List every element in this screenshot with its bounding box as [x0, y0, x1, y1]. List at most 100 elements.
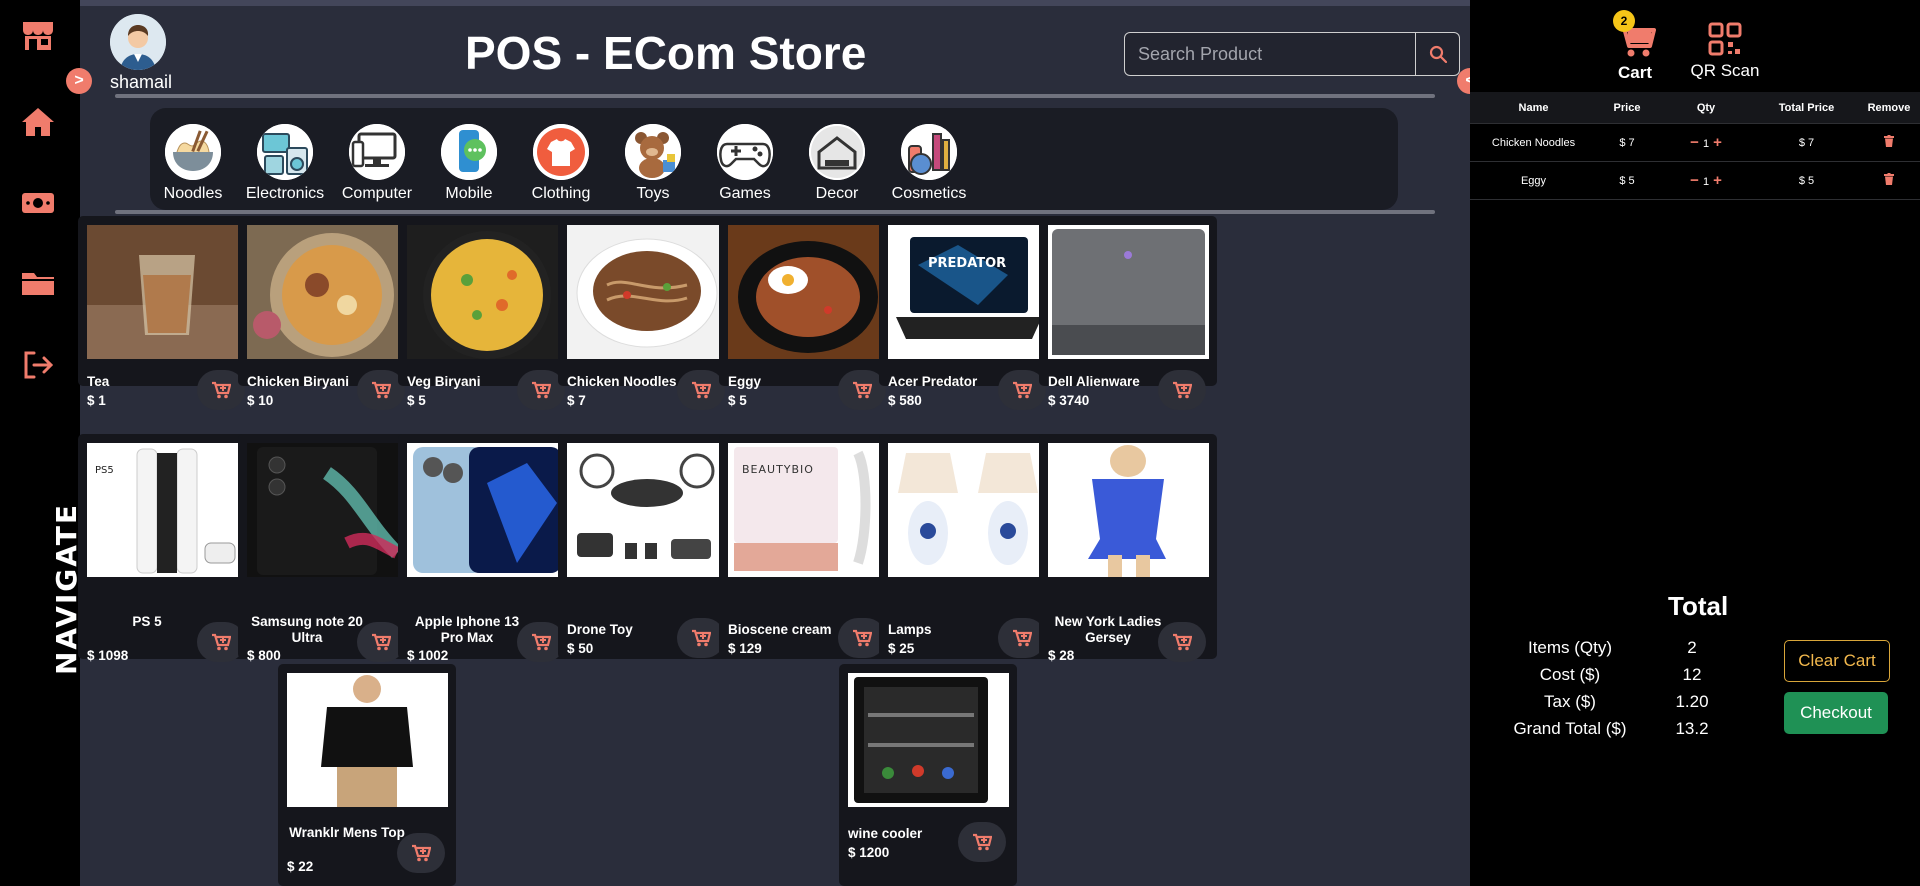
product-name: Dell Alienware [1048, 374, 1140, 389]
avatar[interactable] [110, 14, 166, 70]
product-image[interactable]: BEAUTYBIO [728, 443, 889, 577]
store-icon[interactable] [20, 17, 56, 53]
product-image[interactable] [567, 443, 728, 577]
folder-icon[interactable] [20, 265, 56, 301]
summary-label: Grand Total ($) [1513, 719, 1627, 738]
product-card[interactable]: Samsung note 20 Ultra $ 800 [238, 434, 416, 663]
product-price: $ 1 [87, 393, 106, 408]
product-price: $ 22 [287, 859, 314, 874]
product-image[interactable] [287, 673, 448, 807]
category-bar: Noodles Electronics Computer Mobile Clothing… [150, 108, 1398, 210]
add-to-cart-icon [372, 381, 391, 399]
qr-scan-button[interactable]: QR Scan [1690, 22, 1760, 81]
product-name: wine cooler [848, 826, 923, 841]
product-name: Acer Predator [888, 374, 978, 389]
product-card[interactable]: wine cooler $ 1200 [839, 664, 1017, 886]
cart-item-name: Eggy [1520, 174, 1547, 187]
product-card[interactable]: Eggy $ 5 [719, 216, 897, 410]
product-card[interactable]: Dell Alienware $ 3740 [1039, 216, 1217, 410]
cash-icon[interactable] [20, 185, 56, 221]
product-image[interactable]: PS5 [87, 443, 248, 577]
column-header-remove: Remove [1867, 101, 1911, 114]
product-image[interactable] [407, 443, 568, 577]
product-card[interactable]: Lamps $ 25 [879, 434, 1057, 659]
product-image[interactable] [567, 225, 728, 359]
remove-item-button[interactable] [1884, 173, 1894, 188]
product-card[interactable]: PS5 PS 5 $ 1098 [78, 434, 256, 663]
remove-item-button[interactable] [1884, 135, 1894, 150]
add-to-cart-button[interactable] [677, 370, 725, 410]
add-to-cart-icon [1013, 629, 1032, 647]
product-image[interactable]: PREDATOR [888, 225, 1049, 359]
product-name: Chicken Noodles [567, 374, 677, 389]
checkout-button[interactable]: Checkout [1784, 692, 1888, 734]
cart-table: Name Price Qty Total Price Remove Chicke… [1470, 92, 1920, 200]
cart-item-name: Chicken Noodles [1491, 136, 1576, 149]
product-card[interactable]: Wranklr Mens Top $ 22 [278, 664, 456, 886]
product-card[interactable]: BEAUTYBIO Bioscene cream $ 129 [719, 434, 897, 659]
column-header-name: Name [1518, 101, 1549, 114]
cart-panel: Cart 2 QR Scan Name Price Qty Total Pric… [1470, 0, 1920, 886]
product-price: $ 50 [567, 641, 594, 656]
product-price: $ 129 [728, 641, 762, 656]
add-to-cart-icon [692, 629, 711, 647]
product-price: $ 5 [407, 393, 426, 408]
product-image[interactable] [1048, 443, 1209, 577]
add-to-cart-icon [412, 844, 431, 862]
product-price: $ 25 [888, 641, 915, 656]
cart-row: Eggy $ 5 −1 + $ 5 [1470, 162, 1920, 200]
add-to-cart-button[interactable] [397, 833, 445, 873]
product-image[interactable] [728, 225, 889, 359]
product-image[interactable] [247, 225, 408, 359]
search-input[interactable] [1124, 32, 1416, 76]
product-card[interactable]: Apple Iphone 13 Pro Max $ 1002 [398, 434, 576, 663]
product-image[interactable] [87, 225, 248, 359]
product-card[interactable]: PREDATOR Acer Predator $ 580 [879, 216, 1057, 410]
product-card[interactable]: Chicken Biryani $ 10 [238, 216, 416, 410]
add-to-cart-button[interactable] [1158, 622, 1206, 662]
cart-label: Cart [1617, 63, 1652, 82]
add-to-cart-button[interactable] [1158, 370, 1206, 410]
category-cosmetics[interactable]: Cosmetics [873, 124, 985, 203]
toys-icon [625, 124, 681, 180]
logout-icon[interactable] [20, 347, 56, 383]
home-icon[interactable] [20, 104, 56, 140]
product-image[interactable] [1048, 225, 1209, 359]
add-to-cart-icon [1173, 633, 1192, 651]
product-card[interactable]: Drone Toy $ 50 [558, 434, 736, 659]
product-image[interactable] [888, 443, 1049, 577]
product-card[interactable]: New York Ladies Gersey $ 28 [1039, 434, 1217, 663]
column-header-total: Total Price [1778, 101, 1835, 114]
decrease-qty-button[interactable]: − [1686, 134, 1703, 151]
cart-item-price: $ 7 [1619, 136, 1635, 149]
product-price: $ 580 [888, 393, 922, 408]
summary-value: 13.2 [1675, 719, 1709, 738]
clear-cart-button[interactable]: Clear Cart [1784, 640, 1890, 682]
product-name: Drone Toy [567, 622, 633, 637]
product-card[interactable]: Veg Biryani $ 5 [398, 216, 576, 410]
search-button[interactable] [1416, 32, 1460, 76]
add-to-cart-icon [532, 633, 551, 651]
product-card[interactable]: Chicken Noodles $ 7 [558, 216, 736, 410]
add-to-cart-icon [973, 833, 992, 851]
divider [115, 94, 1435, 98]
trash-icon [1884, 135, 1894, 147]
increase-qty-button[interactable]: + [1709, 172, 1726, 189]
expand-nav-button[interactable]: > [66, 68, 92, 94]
product-price: $ 3740 [1048, 393, 1090, 408]
summary-value: 1.20 [1675, 692, 1709, 711]
decrease-qty-button[interactable]: − [1686, 172, 1703, 189]
increase-qty-button[interactable]: + [1709, 134, 1726, 151]
mobile-icon [441, 124, 497, 180]
product-name: Veg Biryani [407, 374, 481, 389]
product-price: $ 5 [728, 393, 747, 408]
product-image[interactable] [407, 225, 568, 359]
product-card[interactable]: Tea $ 1 [78, 216, 256, 410]
product-image[interactable] [247, 443, 408, 577]
add-to-cart-button[interactable] [958, 822, 1006, 862]
svg-text:PREDATOR: PREDATOR [928, 256, 1006, 271]
add-to-cart-button[interactable] [677, 618, 725, 658]
product-image[interactable] [848, 673, 1009, 807]
clothing-icon [533, 124, 589, 180]
product-name: Lamps [888, 622, 932, 637]
